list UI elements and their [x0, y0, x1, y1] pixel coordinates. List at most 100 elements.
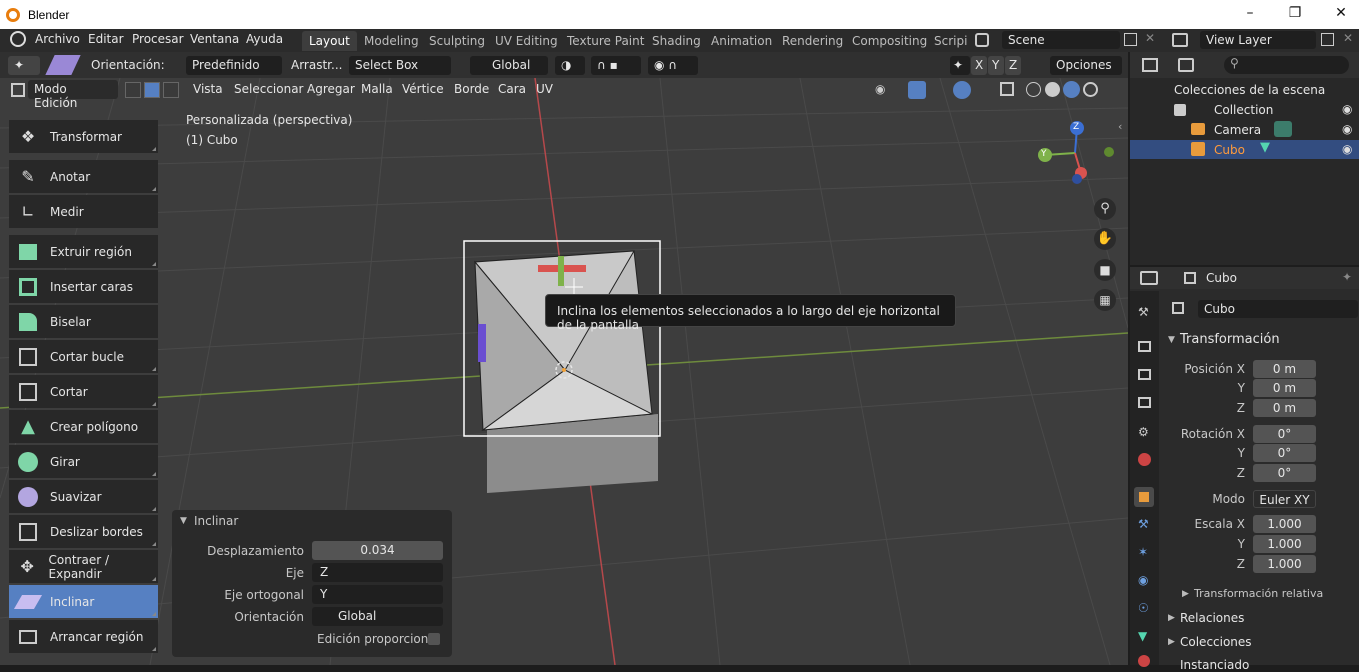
- drag-label[interactable]: Arrastr...: [291, 58, 342, 72]
- view-layer-tab-icon[interactable]: [1138, 397, 1151, 408]
- collection-eye-icon[interactable]: ◉: [1342, 102, 1352, 116]
- tool-cortar-bucle[interactable]: Cortar bucle: [9, 340, 158, 373]
- menu-archivo[interactable]: Archivo: [35, 32, 80, 46]
- menu-vista[interactable]: Vista: [193, 82, 223, 96]
- display-mode-icon[interactable]: [1178, 58, 1194, 72]
- menu-ayuda[interactable]: Ayuda: [246, 32, 283, 46]
- mirror-x-button[interactable]: X: [971, 56, 987, 75]
- relative-transform-section[interactable]: Transformación relativa: [1194, 587, 1323, 600]
- object-name-field[interactable]: Cubo: [1198, 300, 1358, 318]
- face-select-icon[interactable]: [163, 82, 179, 98]
- transform-orientation-dropdown[interactable]: Global: [470, 56, 548, 75]
- mirror-z-button[interactable]: Z: [1005, 56, 1021, 75]
- menu-uv[interactable]: UV: [536, 82, 553, 96]
- camera-view-icon[interactable]: ■: [1094, 259, 1116, 281]
- relative-transform-arrow-icon[interactable]: ▶: [1182, 589, 1189, 599]
- minimize-icon[interactable]: –: [1240, 5, 1260, 23]
- outliner-type-icon[interactable]: [1142, 58, 1158, 72]
- outliner-item-camera[interactable]: Camera: [1214, 123, 1261, 137]
- outliner-search-input[interactable]: ⚲: [1224, 56, 1349, 74]
- snap-icon[interactable]: ∩ ▪: [591, 56, 641, 75]
- tab-compositing[interactable]: Compositing: [845, 31, 934, 51]
- scene-tab-icon[interactable]: ⚙: [1138, 425, 1149, 439]
- tool-contraer-expandir[interactable]: ✥ Contraer / Expandir: [9, 550, 158, 583]
- position-y-field[interactable]: 0 m: [1253, 379, 1316, 397]
- sidebar-toggle-icon[interactable]: ‹: [1118, 120, 1122, 133]
- tool-anotar[interactable]: ✎ Anotar: [9, 160, 158, 193]
- position-z-field[interactable]: 0 m: [1253, 399, 1316, 417]
- view-layer-field[interactable]: View Layer: [1200, 31, 1316, 49]
- tab-rendering[interactable]: Rendering: [775, 31, 850, 51]
- wireframe-shading-icon[interactable]: [1026, 82, 1041, 97]
- operator-title[interactable]: Inclinar: [194, 514, 238, 528]
- scene-icon[interactable]: [975, 33, 989, 47]
- transform-section-title[interactable]: Transformación: [1180, 332, 1280, 347]
- tab-uv-editing[interactable]: UV Editing: [488, 31, 565, 51]
- tool-arrancar-region[interactable]: Arrancar región: [9, 620, 158, 653]
- relations-section[interactable]: Relaciones: [1180, 611, 1244, 625]
- tool-suavizar[interactable]: Suavizar: [9, 480, 158, 513]
- relations-arrow-icon[interactable]: ▶: [1168, 613, 1175, 623]
- desplazamiento-field[interactable]: 0.034: [312, 541, 443, 560]
- mirror-icon[interactable]: ✦: [950, 56, 970, 75]
- delete-view-layer-icon[interactable]: ✕: [1343, 31, 1353, 45]
- tool-inclinar[interactable]: Inclinar: [9, 585, 158, 618]
- constraints-tab-icon[interactable]: ☉: [1138, 601, 1149, 615]
- select-mode-dropdown[interactable]: Select Box: [349, 56, 451, 75]
- solid-shading-icon[interactable]: [1045, 82, 1060, 97]
- rotation-y-field[interactable]: 0°: [1253, 444, 1316, 462]
- collections-arrow-icon[interactable]: ▶: [1168, 637, 1175, 647]
- data-tab-icon[interactable]: ▼: [1138, 629, 1147, 643]
- menu-editar[interactable]: Editar: [88, 32, 124, 46]
- orientation-dropdown[interactable]: Predefinido: [186, 56, 282, 75]
- scale-z-field[interactable]: 1.000: [1253, 555, 1316, 573]
- collection-label[interactable]: Collection: [1214, 103, 1273, 117]
- tool-tab-icon[interactable]: ⚒: [1138, 305, 1149, 319]
- tab-scripting[interactable]: Scripi: [927, 31, 974, 51]
- rotation-mode-dropdown[interactable]: Euler XY: [1253, 490, 1316, 508]
- section-arrow-icon[interactable]: ▼: [1168, 335, 1175, 345]
- rotation-x-field[interactable]: 0°: [1253, 425, 1316, 443]
- visibility-icon[interactable]: ◉: [875, 82, 885, 96]
- menu-seleccionar[interactable]: Seleccionar: [234, 82, 303, 96]
- tool-settings-icon[interactable]: ✦: [8, 56, 40, 75]
- edge-select-icon[interactable]: [144, 82, 160, 98]
- position-x-field[interactable]: 0 m: [1253, 360, 1316, 378]
- edicion-proporcional-checkbox[interactable]: [428, 633, 440, 645]
- menu-vertice[interactable]: Vértice: [402, 82, 444, 96]
- instancing-section[interactable]: Instanciado: [1180, 658, 1249, 672]
- mode-dropdown[interactable]: Modo Edición: [28, 80, 118, 110]
- collections-section[interactable]: Colecciones: [1180, 635, 1252, 649]
- tool-girar[interactable]: Girar: [9, 445, 158, 478]
- tab-layout[interactable]: Layout: [302, 31, 357, 51]
- 3d-viewport[interactable]: Personalizada (perspectiva) (1) Cubo Z Y…: [0, 78, 1128, 665]
- tool-insertar-caras[interactable]: Insertar caras: [9, 270, 158, 303]
- scene-field[interactable]: Scene: [1002, 31, 1120, 49]
- menu-malla[interactable]: Malla: [361, 82, 393, 96]
- material-tab-icon[interactable]: [1138, 655, 1150, 667]
- restore-icon[interactable]: ❐: [1285, 5, 1305, 23]
- cubo-eye-icon[interactable]: ◉: [1342, 142, 1352, 156]
- mirror-y-button[interactable]: Y: [988, 56, 1004, 75]
- tab-animation[interactable]: Animation: [704, 31, 779, 51]
- tab-shading[interactable]: Shading: [645, 31, 708, 51]
- orientacion-dropdown[interactable]: Global: [312, 607, 443, 626]
- menu-ventana[interactable]: Ventana: [190, 32, 239, 46]
- collection-visibility-checkbox[interactable]: [1174, 104, 1186, 116]
- new-view-layer-icon[interactable]: [1321, 33, 1334, 46]
- tool-deslizar-bordes[interactable]: Deslizar bordes: [9, 515, 158, 548]
- options-dropdown[interactable]: Opciones: [1050, 56, 1122, 75]
- output-tab-icon[interactable]: [1138, 369, 1151, 380]
- scale-x-field[interactable]: 1.000: [1253, 515, 1316, 533]
- outliner-item-cubo[interactable]: Cubo: [1214, 143, 1245, 157]
- blender-menu-icon[interactable]: [10, 31, 26, 47]
- tool-medir[interactable]: ∟ Medir: [9, 195, 158, 228]
- tab-texture-paint[interactable]: Texture Paint: [560, 31, 651, 51]
- tab-sculpting[interactable]: Sculpting: [422, 31, 492, 51]
- vertex-select-icon[interactable]: [125, 82, 141, 98]
- render-tab-icon[interactable]: [1138, 341, 1151, 352]
- tool-crear-poligono[interactable]: ▲ Crear polígono: [9, 410, 158, 443]
- world-tab-icon[interactable]: [1138, 453, 1151, 466]
- menu-borde[interactable]: Borde: [454, 82, 489, 96]
- menu-procesar[interactable]: Procesar: [132, 32, 184, 46]
